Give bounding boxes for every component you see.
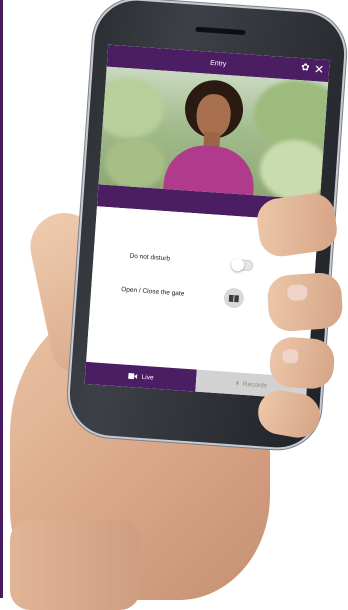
phone-speaker	[195, 27, 245, 35]
tab-records-label: Records	[243, 380, 268, 389]
camera-feed	[99, 67, 329, 200]
records-icon: ııı	[236, 380, 238, 386]
finger-ring	[268, 336, 335, 390]
video-camera-icon	[128, 373, 137, 380]
gate-icon	[229, 294, 239, 302]
tab-live[interactable]: Live	[85, 362, 197, 392]
visitor-image	[153, 76, 271, 195]
gate-label: Open / Close the gate	[121, 286, 185, 297]
finger-middle	[266, 271, 344, 332]
do-not-disturb-label: Do not disturb	[129, 253, 170, 263]
gear-icon[interactable]: ✿	[301, 63, 312, 74]
edge-strip	[0, 0, 3, 598]
tab-live-label: Live	[141, 373, 153, 381]
close-icon[interactable]: ✕	[314, 63, 325, 76]
app-title: Entry	[210, 59, 227, 67]
hand-wrist	[10, 520, 140, 610]
gate-button[interactable]	[223, 287, 244, 308]
toggle-knob	[231, 258, 245, 272]
do-not-disturb-toggle[interactable]	[231, 259, 254, 272]
